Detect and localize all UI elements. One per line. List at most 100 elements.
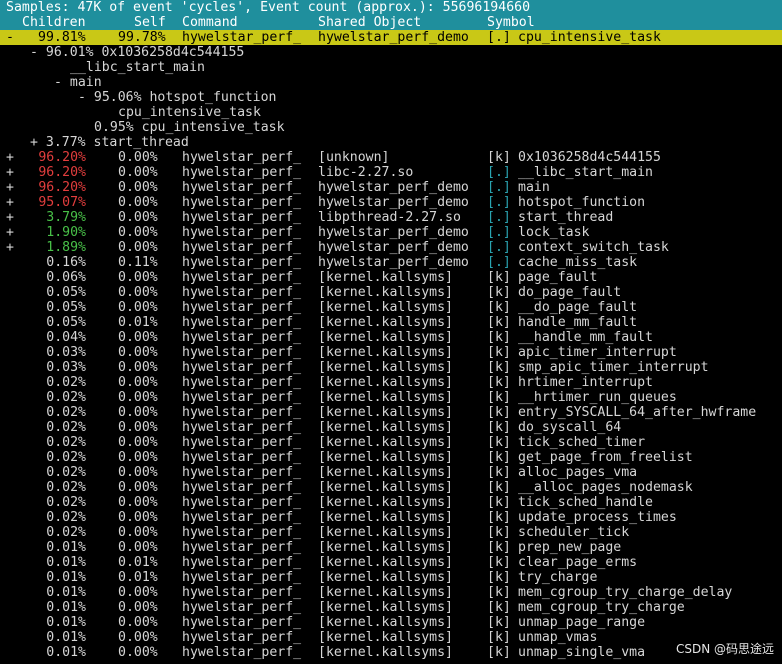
row-command: hywelstar_perf_ <box>182 495 302 510</box>
report-row[interactable]: 0.05% 0.01% hywelstar_perf_ [kernel.kallsym… <box>0 315 782 330</box>
row-shared-object: [kernel.kallsyms] <box>318 315 453 330</box>
row-self: 0.00% <box>118 615 158 630</box>
row-self: 0.00% <box>118 405 158 420</box>
report-row[interactable]: 0.04% 0.00% hywelstar_perf_ [kernel.kallsym… <box>0 330 782 345</box>
report-row[interactable]: +1.90% 0.00% hywelstar_perf_ hywelstar_perf… <box>0 225 782 240</box>
row-self: 0.00% <box>118 540 158 555</box>
row-symbol: __hrtimer_run_queues <box>518 390 677 405</box>
report-row[interactable]: 0.01% 0.01% hywelstar_perf_ [kernel.kallsym… <box>0 555 782 570</box>
call-tree-node[interactable]: - 96.01% 0x1036258d4c544155 <box>0 45 782 60</box>
row-children: 0.02% <box>46 420 86 435</box>
row-expander[interactable]: + <box>6 150 14 165</box>
row-shared-object: hywelstar_perf_demo <box>318 195 469 210</box>
report-row[interactable]: 0.02% 0.00% hywelstar_perf_ [kernel.kallsym… <box>0 405 782 420</box>
row-symbol: __libc_start_main <box>518 165 653 180</box>
row-command: hywelstar_perf_ <box>182 525 302 540</box>
report-row[interactable]: 0.02% 0.00% hywelstar_perf_ [kernel.kallsym… <box>0 480 782 495</box>
row-type: [k] <box>487 510 511 525</box>
call-tree-node[interactable]: - main <box>0 75 782 90</box>
row-expander[interactable]: + <box>6 195 14 210</box>
report-row[interactable]: +95.07% 0.00% hywelstar_perf_ hywelstar_per… <box>0 195 782 210</box>
row-children: 0.05% <box>46 315 86 330</box>
report-row[interactable]: 0.02% 0.00% hywelstar_perf_ [kernel.kallsym… <box>0 375 782 390</box>
perf-report-terminal[interactable]: Samples: 47K of event 'cycles', Event co… <box>0 0 782 660</box>
report-row[interactable]: 0.01% 0.01% hywelstar_perf_ [kernel.kallsym… <box>0 570 782 585</box>
report-row[interactable]: 0.01% 0.00% hywelstar_perf_ [kernel.kallsym… <box>0 615 782 630</box>
row-expander[interactable]: + <box>6 165 14 180</box>
row-symbol: try_charge <box>518 570 598 585</box>
report-row[interactable]: 0.16% 0.11% hywelstar_perf_ hywelstar_perf_… <box>0 255 782 270</box>
row-expander[interactable]: + <box>6 180 14 195</box>
row-expander[interactable]: + <box>6 225 14 240</box>
report-row[interactable]: 0.01% 0.00% hywelstar_perf_ [kernel.kallsym… <box>0 540 782 555</box>
row-command: hywelstar_perf_ <box>182 195 302 210</box>
row-shared-object: [kernel.kallsyms] <box>318 465 453 480</box>
call-tree-node[interactable]: cpu_intensive_task <box>0 105 782 120</box>
report-row[interactable]: 0.01% 0.00% hywelstar_perf_ [kernel.kallsym… <box>0 630 782 645</box>
report-row[interactable]: 0.05% 0.00% hywelstar_perf_ [kernel.kallsym… <box>0 285 782 300</box>
report-row[interactable]: 0.01% 0.00% hywelstar_perf_ [kernel.kallsym… <box>0 645 782 660</box>
row-shared-object: [kernel.kallsyms] <box>318 345 453 360</box>
row-type: [k] <box>487 525 511 540</box>
report-row[interactable]: 0.02% 0.00% hywelstar_perf_ [kernel.kallsym… <box>0 390 782 405</box>
row-children: 0.01% <box>46 615 86 630</box>
row-symbol: hrtimer_interrupt <box>518 375 653 390</box>
row-command: hywelstar_perf_ <box>182 30 302 45</box>
report-row[interactable]: +96.20% 0.00% hywelstar_perf_ libc-2.27.so [… <box>0 165 782 180</box>
row-command: hywelstar_perf_ <box>182 645 302 660</box>
row-children: 0.01% <box>46 600 86 615</box>
row-symbol: hotspot_function <box>518 195 646 210</box>
report-row[interactable]: 0.02% 0.00% hywelstar_perf_ [kernel.kallsym… <box>0 465 782 480</box>
report-row[interactable]: 0.02% 0.00% hywelstar_perf_ [kernel.kallsym… <box>0 435 782 450</box>
call-tree-node[interactable]: 0.95% cpu_intensive_task <box>0 120 782 135</box>
report-row[interactable]: +3.79% 0.00% hywelstar_perf_ libpthread-2.2… <box>0 210 782 225</box>
report-row[interactable]: 0.02% 0.00% hywelstar_perf_ [kernel.kallsym… <box>0 510 782 525</box>
row-children: 0.02% <box>46 405 86 420</box>
row-expander[interactable]: - <box>6 30 14 45</box>
row-command: hywelstar_perf_ <box>182 270 302 285</box>
header-shared-object: Shared Object <box>318 15 422 30</box>
row-shared-object: [kernel.kallsyms] <box>318 375 453 390</box>
row-symbol: main <box>518 180 550 195</box>
report-row[interactable]: +96.20% 0.00% hywelstar_perf_ [unknown] [k] 0… <box>0 150 782 165</box>
row-command: hywelstar_perf_ <box>182 225 302 240</box>
row-symbol: mem_cgroup_try_charge <box>518 600 685 615</box>
report-row[interactable]: 0.06% 0.00% hywelstar_perf_ [kernel.kallsym… <box>0 270 782 285</box>
call-tree-node[interactable]: - 95.06% hotspot_function <box>0 90 782 105</box>
row-type: [k] <box>487 315 511 330</box>
call-tree-node[interactable]: + 3.77% start_thread <box>0 135 782 150</box>
row-shared-object: [kernel.kallsyms] <box>318 525 453 540</box>
row-shared-object: libc-2.27.so <box>318 165 414 180</box>
report-row[interactable]: +96.20% 0.00% hywelstar_perf_ hywelstar_per… <box>0 180 782 195</box>
row-children: 1.90% <box>46 225 86 240</box>
row-command: hywelstar_perf_ <box>182 480 302 495</box>
row-shared-object: hywelstar_perf_demo <box>318 180 469 195</box>
row-expander[interactable]: + <box>6 210 14 225</box>
row-children: 0.02% <box>46 450 86 465</box>
row-shared-object: hywelstar_perf_demo <box>318 255 469 270</box>
report-row[interactable]: 0.05% 0.00% hywelstar_perf_ [kernel.kallsym… <box>0 300 782 315</box>
row-shared-object: hywelstar_perf_demo <box>318 225 469 240</box>
report-row[interactable]: 0.03% 0.00% hywelstar_perf_ [kernel.kallsym… <box>0 360 782 375</box>
header-command: Command <box>182 15 238 30</box>
report-row[interactable]: 0.02% 0.00% hywelstar_perf_ [kernel.kallsym… <box>0 450 782 465</box>
report-row[interactable]: 0.02% 0.00% hywelstar_perf_ [kernel.kallsym… <box>0 525 782 540</box>
row-shared-object: [kernel.kallsyms] <box>318 270 453 285</box>
row-type: [.] <box>487 195 511 210</box>
report-row[interactable]: 0.01% 0.00% hywelstar_perf_ [kernel.kallsym… <box>0 585 782 600</box>
report-row[interactable]: 0.01% 0.00% hywelstar_perf_ [kernel.kallsym… <box>0 600 782 615</box>
report-row[interactable]: +1.89% 0.00% hywelstar_perf_ hywelstar_perf… <box>0 240 782 255</box>
row-self: 0.00% <box>118 420 158 435</box>
row-shared-object: [kernel.kallsyms] <box>318 420 453 435</box>
call-tree-node[interactable]: __libc_start_main <box>0 60 782 75</box>
report-row[interactable]: 0.03% 0.00% hywelstar_perf_ [kernel.kallsym… <box>0 345 782 360</box>
row-command: hywelstar_perf_ <box>182 210 302 225</box>
row-expander[interactable]: + <box>6 240 14 255</box>
selected-row[interactable]: - 99.81% 99.78% hywelstar_perf_ hywelsta… <box>0 30 782 45</box>
report-row[interactable]: 0.02% 0.00% hywelstar_perf_ [kernel.kallsym… <box>0 495 782 510</box>
row-type: [k] <box>487 585 511 600</box>
row-type: [.] <box>487 255 511 270</box>
report-row[interactable]: 0.02% 0.00% hywelstar_perf_ [kernel.kallsym… <box>0 420 782 435</box>
row-symbol: apic_timer_interrupt <box>518 345 677 360</box>
row-self: 0.00% <box>118 360 158 375</box>
